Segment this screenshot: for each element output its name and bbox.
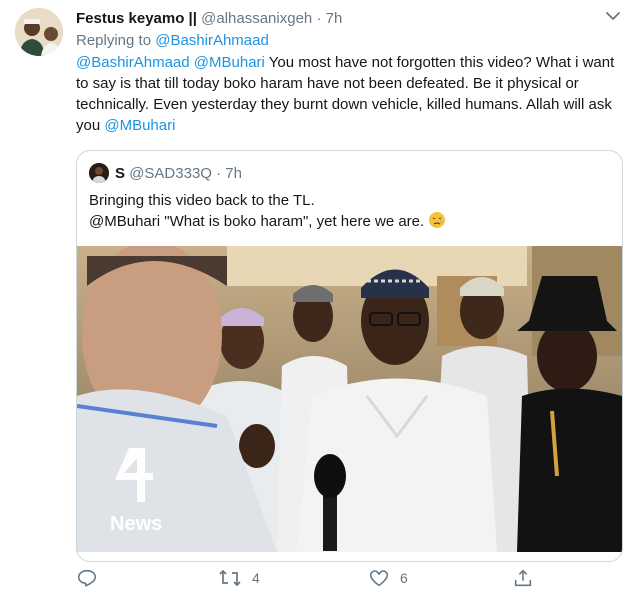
quoted-tweet-text: Bringing this video back to the TL. @MBu…: [89, 191, 609, 232]
heart-icon: [369, 570, 389, 587]
mention-link[interactable]: @MBuhari: [104, 117, 175, 134]
reply-button[interactable]: [76, 566, 98, 590]
share-icon: [514, 569, 532, 587]
author-handle[interactable]: @alhassanixgeh: [201, 10, 312, 27]
replying-to-link[interactable]: @BashirAhmaad: [155, 32, 269, 49]
mention-link[interactable]: @MBuhari: [194, 54, 265, 71]
retweet-button[interactable]: 4: [218, 566, 260, 590]
video-player[interactable]: News: [77, 246, 622, 552]
author-avatar[interactable]: [15, 8, 63, 56]
replying-prefix: Replying to: [76, 32, 152, 49]
tweet-timestamp[interactable]: 7h: [326, 10, 343, 27]
quoted-tweet-header: S @SAD333Q · 7h: [115, 164, 242, 183]
quoted-text-line: Bringing this video back to the TL.: [89, 192, 315, 209]
sad-relieved-face-emoji-icon: [428, 211, 446, 229]
share-button[interactable]: [512, 566, 534, 590]
tweet-text: @BashirAhmaad @MBuhari You most have not…: [76, 52, 624, 136]
quoted-author-handle: @SAD333Q: [129, 165, 212, 182]
reply-icon: [77, 569, 97, 587]
quoted-author-avatar: [89, 163, 109, 183]
mention-link[interactable]: @BashirAhmaad: [76, 54, 190, 71]
tweet-actions: 4 6: [76, 566, 624, 590]
video-watermark: News: [110, 513, 163, 535]
tweet[interactable]: Festus keyamo || @alhassanixgeh · 7h Rep…: [0, 0, 640, 599]
separator-dot: ·: [316, 10, 322, 27]
retweet-count: 4: [252, 570, 260, 586]
quoted-author-name: S: [115, 165, 126, 182]
quoted-tweet-timestamp: 7h: [225, 165, 242, 182]
like-count: 6: [400, 570, 408, 586]
like-button[interactable]: 6: [368, 566, 408, 590]
quoted-text-line-2: @MBuhari "What is boko haram", yet here …: [89, 213, 425, 230]
more-options-chevron-icon[interactable]: [602, 6, 624, 26]
quoted-tweet[interactable]: S @SAD333Q · 7h Bringing this video back…: [76, 150, 623, 562]
separator-dot: ·: [216, 165, 222, 182]
quoted-text-line: @MBuhari "What is boko haram", yet here …: [89, 211, 609, 232]
replying-to-line: Replying to @BashirAhmaad: [76, 31, 269, 50]
retweet-icon: [219, 569, 241, 587]
tweet-header: Festus keyamo || @alhassanixgeh · 7h: [76, 9, 342, 28]
channel-4-logo-icon: [107, 446, 167, 506]
author-name[interactable]: Festus keyamo ||: [76, 10, 197, 27]
